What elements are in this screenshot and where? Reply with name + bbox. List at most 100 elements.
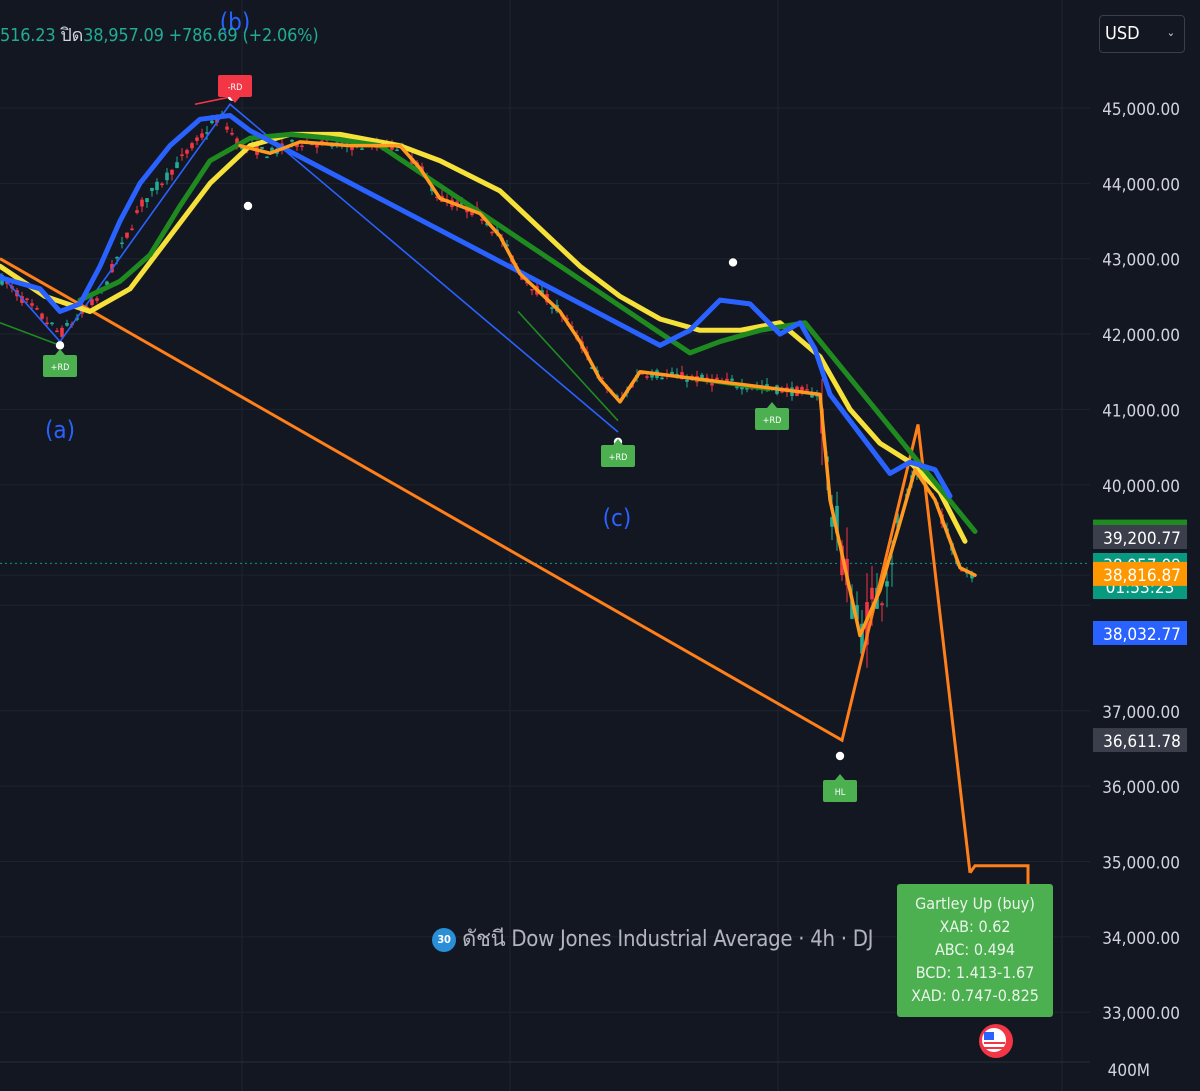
candle-body bbox=[265, 156, 269, 159]
candle-body bbox=[180, 154, 184, 156]
candle-body bbox=[45, 322, 49, 325]
candle-body bbox=[160, 183, 164, 186]
currency-label: USD bbox=[1105, 23, 1140, 44]
candle-body bbox=[30, 303, 34, 306]
candle-body bbox=[350, 147, 354, 151]
pivot-dot bbox=[835, 751, 845, 761]
candle-body bbox=[65, 322, 69, 326]
candle-body bbox=[150, 187, 154, 191]
y-axis-tick-label: 36,000.00 bbox=[1102, 778, 1180, 798]
y-axis-tick-label: 40,000.00 bbox=[1102, 477, 1180, 497]
candle-body bbox=[120, 242, 124, 245]
marker-label: -RD bbox=[228, 83, 243, 93]
pivot-dot bbox=[55, 341, 65, 350]
candle-body bbox=[550, 307, 554, 309]
candle-body bbox=[880, 603, 884, 606]
candle-body bbox=[890, 562, 894, 565]
candle-body bbox=[195, 137, 199, 141]
price-tag-label: 39,200.77 bbox=[1103, 529, 1181, 549]
prev-value: 516.23 bbox=[0, 25, 56, 46]
pattern-line-abc: ABC: 0.494 bbox=[934, 940, 1016, 959]
ohlc-legend: 516.23 ปิด38,957.09 +786.69 (+2.06%) bbox=[0, 20, 319, 49]
candle-body bbox=[805, 389, 809, 391]
candle-body bbox=[300, 145, 304, 148]
wave-label: (c) bbox=[603, 504, 632, 532]
candle-body bbox=[190, 143, 194, 149]
marker-label: +RD bbox=[763, 416, 782, 426]
symbol-badge: 30 bbox=[432, 928, 456, 952]
price-tag-label: 36,611.78 bbox=[1103, 732, 1181, 752]
y-axis-tick-label: 41,000.00 bbox=[1102, 401, 1180, 421]
candle-body bbox=[135, 210, 139, 213]
candle-body bbox=[170, 169, 174, 175]
close-value: 38,957.09 bbox=[83, 25, 164, 46]
change-value: +786.69 bbox=[168, 25, 238, 46]
candle-body bbox=[130, 228, 134, 231]
candle-body bbox=[530, 289, 534, 291]
currency-select[interactable]: USD ⌄ bbox=[1099, 15, 1185, 53]
candle-body bbox=[225, 126, 229, 130]
candle-body bbox=[50, 322, 54, 325]
candle-body bbox=[870, 587, 874, 600]
candle-body bbox=[40, 313, 44, 319]
candle-body bbox=[490, 231, 494, 234]
pattern-line-bcd: BCD: 1.413-1.67 bbox=[915, 963, 1035, 982]
candle-body bbox=[125, 232, 129, 238]
chevron-down-icon: ⌄ bbox=[1166, 26, 1175, 39]
candle-body bbox=[175, 162, 179, 169]
candle-body bbox=[95, 298, 99, 301]
pivot-dot bbox=[243, 201, 253, 211]
candle-body bbox=[725, 378, 729, 382]
candle-body bbox=[115, 256, 119, 259]
close-label: ปิด bbox=[60, 25, 84, 46]
marker-label: +RD bbox=[609, 453, 628, 463]
candle-body bbox=[230, 132, 234, 135]
candle-body bbox=[685, 379, 689, 382]
y-axis-tick-label: 43,000.00 bbox=[1102, 251, 1180, 271]
price-tag-label: 38,816.87 bbox=[1103, 566, 1181, 586]
candle-body bbox=[25, 298, 29, 301]
candle-body bbox=[165, 172, 169, 181]
candle-body bbox=[35, 308, 39, 310]
candle-body bbox=[90, 299, 94, 305]
flag-icon-canton bbox=[984, 1032, 994, 1040]
candle-body bbox=[60, 327, 64, 337]
candle-body bbox=[55, 330, 59, 333]
symbol-title: ดัชนี Dow Jones Industrial Average · 4h … bbox=[462, 927, 874, 952]
candle-body bbox=[715, 377, 719, 380]
price-tag-label: 38,032.77 bbox=[1103, 625, 1181, 645]
candle-body bbox=[260, 147, 264, 149]
y-axis-tick-label: 45,000.00 bbox=[1102, 100, 1180, 120]
marker-label: +RD bbox=[51, 363, 70, 373]
candle-body bbox=[145, 198, 149, 203]
wave-label: (a) bbox=[45, 416, 75, 444]
candle-body bbox=[155, 181, 159, 191]
candle-body bbox=[140, 199, 144, 207]
chart-area[interactable]: -RD +RD +RD +RD HL (a) (b) (c) 45,000.00 44,000.0… bbox=[0, 0, 1200, 1091]
y-axis-tick-label: 33,000.00 bbox=[1102, 1004, 1180, 1024]
y-axis-tick-label: 35,000.00 bbox=[1102, 854, 1180, 874]
candle-body bbox=[200, 133, 204, 138]
pattern-line-xab: XAB: 0.62 bbox=[939, 917, 1011, 936]
candle-body bbox=[730, 378, 734, 381]
candle-body bbox=[645, 376, 649, 378]
candle-body bbox=[360, 148, 364, 150]
y-axis-tick-label: 44,000.00 bbox=[1102, 175, 1180, 195]
candle-body bbox=[290, 139, 294, 142]
pattern-label: Gartley Up (buy) XAB: 0.62 ABC: 0.494 BC… bbox=[897, 884, 1053, 1017]
change-percent: (+2.06%) bbox=[242, 25, 319, 46]
candle-body bbox=[885, 581, 889, 587]
y-axis-tick-label: 42,000.00 bbox=[1102, 326, 1180, 346]
pattern-line-xad: XAD: 0.747-0.825 bbox=[911, 986, 1039, 1005]
pattern-title: Gartley Up (buy) bbox=[915, 894, 1035, 913]
candle-body bbox=[660, 377, 664, 380]
marker-label: HL bbox=[835, 788, 846, 798]
y-axis-tick-label: 34,000.00 bbox=[1102, 929, 1180, 949]
volume-axis-label: 400M bbox=[1108, 1061, 1150, 1081]
symbol-watermark: 30 ดัชนี Dow Jones Industrial Average · 4… bbox=[432, 921, 874, 956]
candle-body bbox=[185, 150, 189, 154]
candle-body bbox=[210, 120, 214, 124]
pivot-dot bbox=[728, 258, 738, 267]
y-axis-tick-label: 37,000.00 bbox=[1102, 703, 1180, 723]
candle-body bbox=[395, 149, 399, 152]
